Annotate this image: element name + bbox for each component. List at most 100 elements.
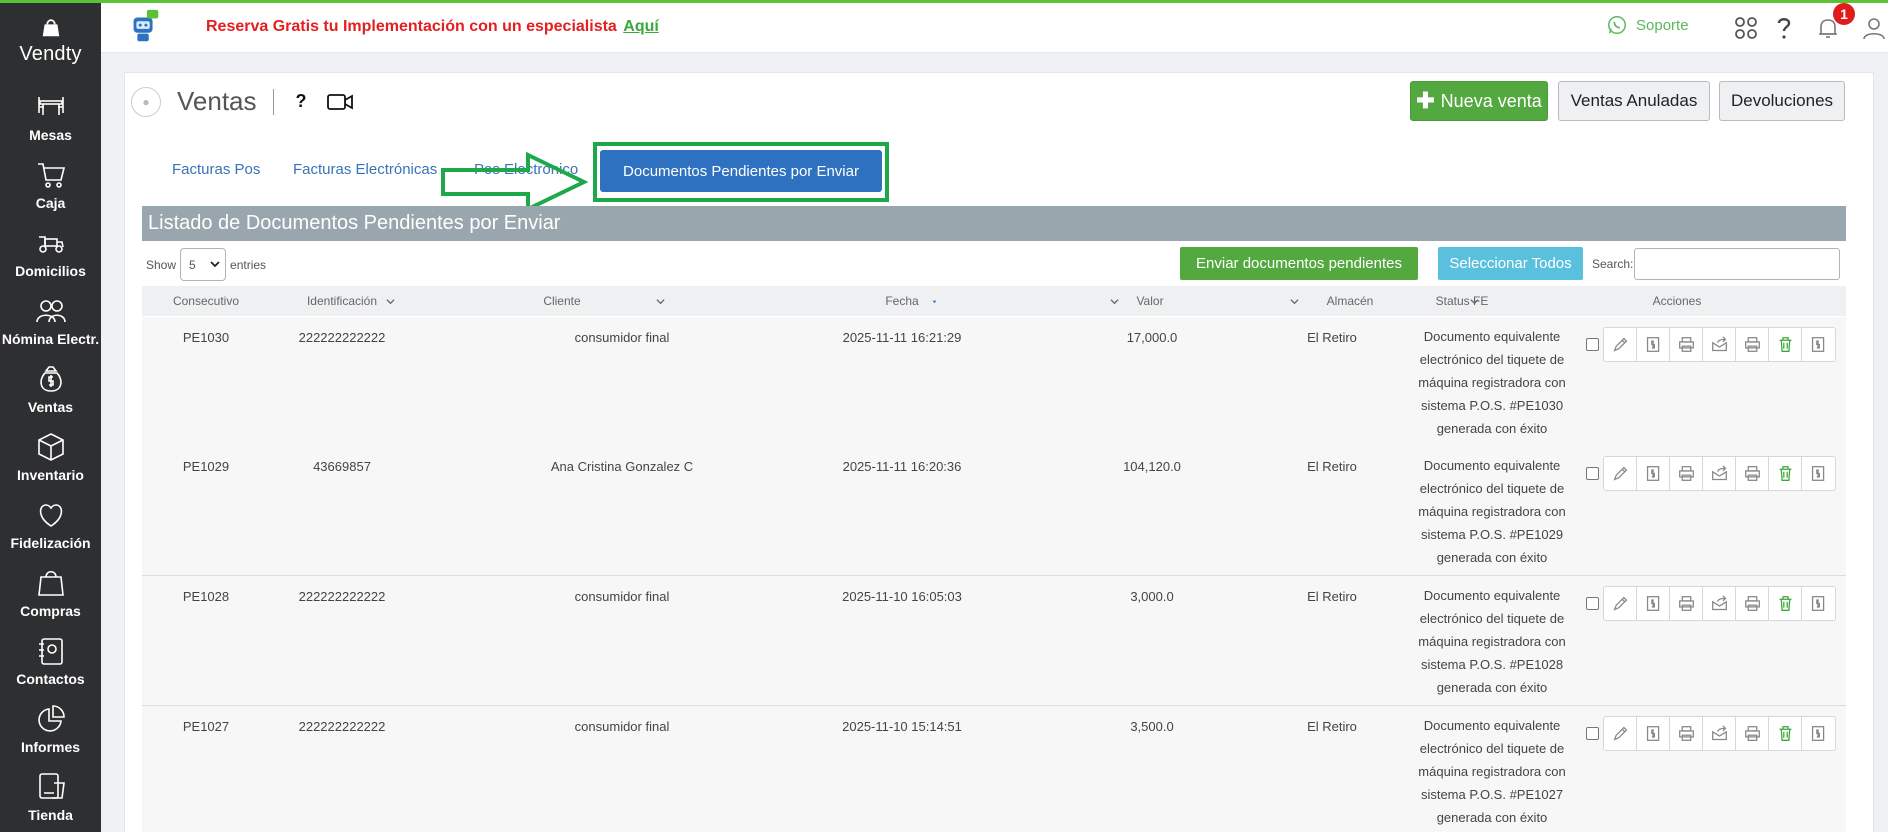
print-button[interactable] (1736, 587, 1769, 620)
returns-button[interactable]: Devoluciones (1719, 81, 1845, 121)
top-header: Reserva Gratis tu Implementación con un … (101, 3, 1888, 53)
cart-icon (37, 163, 65, 188)
logo[interactable]: Vendty (0, 3, 101, 79)
action-buttons (1603, 327, 1836, 362)
cell-cliente: consumidor final (574, 330, 670, 345)
select-all-button[interactable]: Seleccionar Todos (1438, 247, 1583, 280)
invoice-button[interactable] (1637, 457, 1670, 490)
edit-button[interactable] (1604, 717, 1637, 750)
invoice-icon (1646, 466, 1659, 481)
send-pending-button[interactable]: Enviar documentos pendientes (1180, 247, 1418, 280)
search-input[interactable] (1634, 248, 1840, 280)
cell-fecha: 2025-11-11 16:21:29 (842, 330, 962, 345)
row-actions (1586, 456, 1836, 491)
send-mail-button[interactable] (1703, 587, 1736, 620)
promo-link[interactable]: Aquí (623, 18, 659, 35)
sidebar-item-ventas[interactable]: Ventas (0, 351, 101, 419)
support-link[interactable]: Soporte (1606, 14, 1689, 36)
column-header-consecutivo[interactable]: Consecutivo (142, 286, 270, 316)
row-checkbox[interactable] (1586, 467, 1599, 480)
status-line: electrónico del tiquete de (1419, 352, 1565, 367)
send-mail-button[interactable] (1703, 717, 1736, 750)
column-header-status-fe[interactable]: Status FE (1392, 286, 1532, 316)
sidebar-item-tienda[interactable]: Tienda (0, 759, 101, 827)
sidebar-item-label: Inventario (17, 467, 84, 483)
entries-control: Show 5 entries (146, 248, 266, 281)
invoice-button[interactable] (1637, 587, 1670, 620)
trash-button[interactable] (1769, 587, 1802, 620)
sidebar-item-contactos[interactable]: Contactos (0, 623, 101, 691)
print-button[interactable] (1736, 457, 1769, 490)
sidebar-item-label: Ventas (27, 399, 74, 415)
sidebar-item-fidelización[interactable]: Fidelización (0, 487, 101, 555)
table-row: PE1027 222222222222 consumidor final 2025-1… (142, 706, 1846, 832)
print-button[interactable] (1736, 717, 1769, 750)
user-icon[interactable] (1861, 15, 1887, 41)
invoice-button[interactable] (1802, 587, 1835, 620)
cell-consecutivo: PE1030 (182, 330, 230, 345)
print-icon (1678, 466, 1694, 481)
tab-documentos-pendientes[interactable]: Documentos Pendientes por Enviar (600, 150, 882, 192)
sidebar-item-domicilios[interactable]: Domicilios (0, 215, 101, 283)
edit-button[interactable] (1604, 328, 1637, 361)
robot-assistant-icon[interactable] (125, 8, 163, 46)
sidebar-item-informes[interactable]: Informes (0, 691, 101, 759)
video-tutorial-icon[interactable] (326, 92, 353, 112)
edit-button[interactable] (1604, 457, 1637, 490)
cell-status-fe: Documento equivalente electrónico del tiq… (1397, 454, 1587, 569)
row-checkbox[interactable] (1586, 338, 1599, 351)
sidebar-item-mesas[interactable]: Mesas (0, 79, 101, 147)
trash-icon (1779, 337, 1791, 352)
column-header-almacen[interactable]: Almacén (1310, 286, 1390, 316)
tab-facturas-pos[interactable]: Facturas Pos (172, 161, 260, 178)
page-help-button[interactable]: ? (296, 91, 307, 112)
tab-facturas-electronicas[interactable]: Facturas Electrónicas (293, 161, 437, 178)
print-button[interactable] (1670, 717, 1703, 750)
print-button[interactable] (1670, 587, 1703, 620)
row-checkbox[interactable] (1586, 727, 1599, 740)
invoice-icon (1646, 726, 1659, 741)
help-icon[interactable] (1771, 15, 1797, 41)
status-line: electrónico del tiquete de (1419, 611, 1565, 626)
send-mail-button[interactable] (1703, 328, 1736, 361)
sidebar-item-nómina-electr[interactable]: Nómina Electr. (0, 283, 101, 351)
trash-icon (1779, 596, 1791, 611)
print-button[interactable] (1736, 328, 1769, 361)
cell-cliente: consumidor final (574, 589, 670, 604)
notification-badge: 1 (1833, 3, 1855, 25)
action-buttons (1603, 586, 1836, 621)
column-header-cliente[interactable]: Cliente (492, 286, 632, 316)
send-mail-button[interactable] (1703, 457, 1736, 490)
apps-grid-icon[interactable] (1733, 15, 1759, 41)
print-button[interactable] (1670, 457, 1703, 490)
trash-button[interactable] (1769, 328, 1802, 361)
invoice-button[interactable] (1637, 717, 1670, 750)
cell-valor: 104,120.0 (1123, 459, 1181, 474)
invoice-button[interactable] (1802, 457, 1835, 490)
edit-button[interactable] (1604, 587, 1637, 620)
new-sale-button[interactable]: ✚ Nueva venta (1410, 81, 1548, 121)
sidebar-item-compras[interactable]: Compras (0, 555, 101, 623)
print-icon (1744, 466, 1760, 481)
print-button[interactable] (1670, 328, 1703, 361)
invoice-button[interactable] (1802, 328, 1835, 361)
entries-select[interactable]: 5 (180, 248, 227, 281)
cell-cliente: consumidor final (574, 719, 670, 734)
row-checkbox[interactable] (1586, 597, 1599, 610)
invoice-button[interactable] (1637, 328, 1670, 361)
column-header-valor[interactable]: Valor (1110, 286, 1190, 316)
sidebar-item-caja[interactable]: Caja (0, 147, 101, 215)
status-line: máquina registradora con (1418, 764, 1566, 779)
chevron-down-icon (210, 261, 220, 268)
vendty-bag-icon (42, 18, 59, 36)
column-header-identificacion[interactable]: Identificación (282, 286, 402, 316)
voided-sales-button[interactable]: Ventas Anuladas (1558, 81, 1710, 121)
status-line: máquina registradora con (1418, 634, 1566, 649)
trash-button[interactable] (1769, 457, 1802, 490)
status-line: generada con éxito (1436, 680, 1548, 695)
sidebar-item-inventario[interactable]: Inventario (0, 419, 101, 487)
trash-button[interactable] (1769, 717, 1802, 750)
trash-icon (1779, 466, 1791, 481)
status-line: Documento equivalente (1423, 718, 1561, 733)
invoice-button[interactable] (1802, 717, 1835, 750)
